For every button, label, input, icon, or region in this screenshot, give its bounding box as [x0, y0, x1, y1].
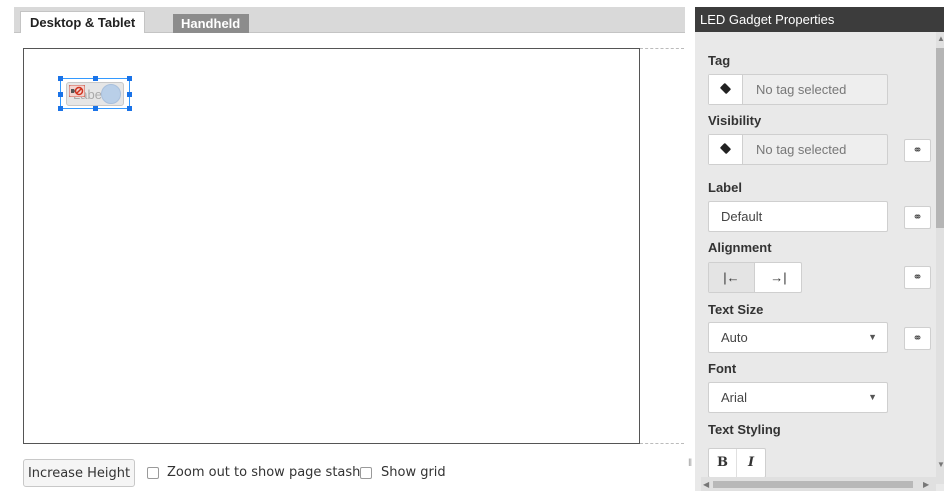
alignment-link-button[interactable]: ⚭ — [904, 266, 931, 289]
increase-height-button[interactable]: Increase Height — [23, 459, 135, 487]
tab-desktop-tablet[interactable]: Desktop & Tablet — [20, 11, 146, 33]
resize-handle-bl[interactable] — [58, 106, 63, 111]
layout-tab-bar: Desktop & Tablet Handheld — [14, 7, 685, 33]
visibility-field[interactable]: No tag selected — [708, 134, 888, 165]
resize-handle-left[interactable] — [58, 92, 63, 97]
led-indicator — [101, 84, 121, 104]
design-canvas[interactable]: Label — [23, 48, 640, 444]
bold-button[interactable]: B — [709, 449, 737, 477]
resize-handle-br[interactable] — [127, 106, 132, 111]
dropdown-arrow-icon: ▼ — [868, 332, 877, 342]
text-styling-label: Text Styling — [708, 422, 781, 437]
alignment-button-group: |← →| — [708, 262, 802, 293]
no-tag-warning-icon — [69, 85, 85, 97]
align-right-button[interactable]: →| — [756, 263, 801, 292]
resize-handle-tl[interactable] — [58, 76, 63, 81]
page-stash-boundary-bottom — [640, 443, 684, 444]
tag-field[interactable]: No tag selected — [708, 74, 888, 105]
scroll-down-arrow-icon[interactable]: ▼ — [937, 460, 944, 469]
resize-handle-right[interactable] — [127, 92, 132, 97]
panel-vertical-scrollbar[interactable]: ▲ ▼ — [936, 32, 944, 484]
resize-handle-tr[interactable] — [127, 76, 132, 81]
label-input-value: Default — [721, 209, 763, 224]
tag-label: Tag — [708, 53, 731, 68]
zoom-out-label: Zoom out to show page stash — [167, 465, 361, 480]
scroll-right-arrow-icon[interactable]: ▶ — [923, 480, 929, 489]
text-size-select[interactable]: Auto ▼ — [708, 322, 888, 353]
canvas-container: Label ▲ — [14, 34, 694, 454]
tag-button[interactable] — [709, 75, 743, 104]
panel-splitter[interactable]: ‖ — [686, 0, 695, 491]
visibility-label: Visibility — [708, 113, 762, 128]
tag-icon — [719, 82, 732, 95]
text-size-value: Auto — [721, 330, 748, 345]
label-label: Label — [708, 180, 742, 195]
led-gadget-selected[interactable]: Label — [58, 76, 132, 111]
resize-handle-bottom[interactable] — [93, 106, 98, 111]
font-select[interactable]: Arial ▼ — [708, 382, 888, 413]
show-grid-checkbox[interactable] — [360, 467, 372, 479]
text-styling-group: B I — [708, 448, 766, 478]
led-gadget-body: Label — [66, 82, 124, 106]
align-left-button[interactable]: |← — [709, 263, 755, 292]
page-stash-boundary-top — [640, 48, 684, 49]
panel-title: LED Gadget Properties — [695, 7, 944, 32]
font-value: Arial — [721, 390, 748, 405]
dropdown-arrow-icon: ▼ — [868, 392, 877, 402]
properties-panel: LED Gadget Properties Tag No tag selecte… — [695, 7, 944, 491]
zoom-out-checkbox[interactable] — [147, 467, 159, 479]
resize-handle-top[interactable] — [93, 76, 98, 81]
scroll-left-arrow-icon[interactable]: ◀ — [703, 480, 709, 489]
italic-button[interactable]: I — [737, 449, 765, 477]
label-input[interactable]: Default — [708, 201, 888, 232]
scroll-up-arrow-icon[interactable]: ▲ — [937, 34, 944, 43]
tab-handheld[interactable]: Handheld — [173, 14, 249, 33]
panel-horizontal-scrollbar[interactable]: ◀ ▶ — [701, 477, 936, 491]
tag-value: No tag selected — [756, 82, 847, 97]
vertical-scroll-thumb[interactable] — [936, 48, 944, 228]
splitter-grip-icon: ‖ — [688, 458, 693, 469]
text-size-label: Text Size — [708, 302, 764, 317]
tag-icon — [719, 142, 732, 155]
horizontal-scroll-thumb[interactable] — [713, 481, 913, 488]
visibility-value: No tag selected — [756, 142, 847, 157]
visibility-tag-button[interactable] — [709, 135, 743, 164]
label-link-button[interactable]: ⚭ — [904, 206, 931, 229]
visibility-link-button[interactable]: ⚭ — [904, 139, 931, 162]
alignment-label: Alignment — [708, 240, 772, 255]
font-label: Font — [708, 361, 737, 376]
editor-area: Desktop & Tablet Handheld Label Increase… — [0, 0, 694, 491]
show-grid-label: Show grid — [381, 465, 446, 480]
text-size-link-button[interactable]: ⚭ — [904, 327, 931, 350]
